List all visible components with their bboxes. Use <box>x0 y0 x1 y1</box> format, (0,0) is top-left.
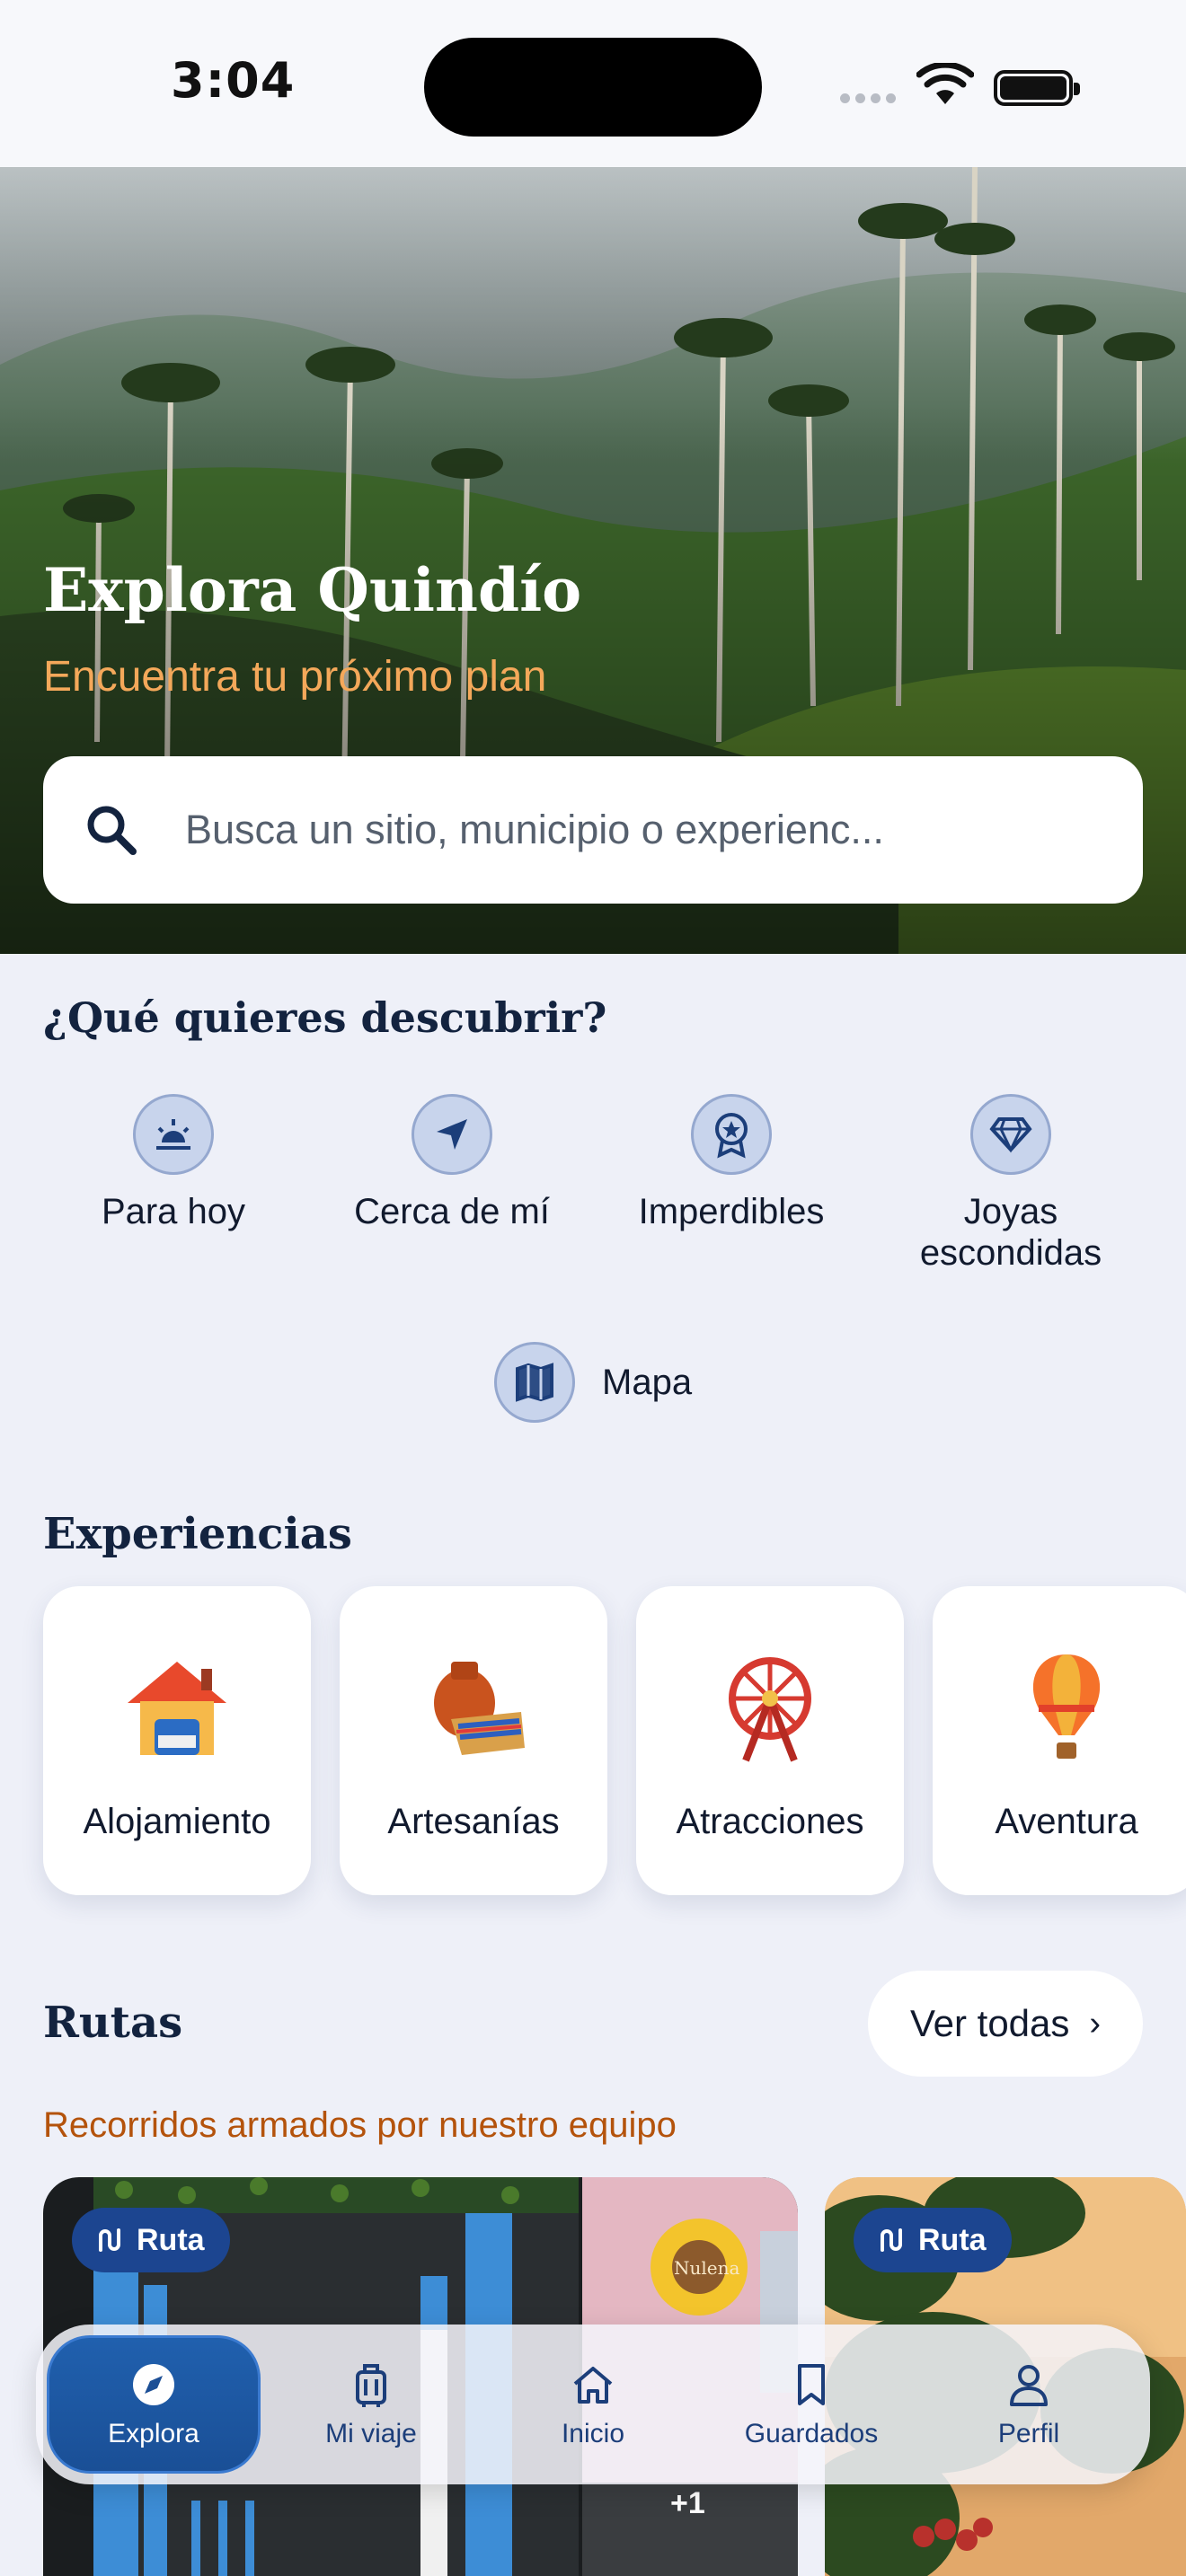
experiences-section-title: Experiencias <box>43 1509 352 1559</box>
tab-label: Explora <box>108 2419 199 2448</box>
luggage-icon <box>353 2360 389 2410</box>
see-all-label: Ver todas <box>909 2002 1070 2044</box>
map-icon <box>494 1342 575 1423</box>
tab-perfil[interactable]: Perfil <box>922 2335 1136 2474</box>
wifi-icon <box>916 63 974 104</box>
experience-card-alojamiento[interactable]: Alojamiento <box>43 1586 311 1895</box>
see-all-routes-button[interactable]: Ver todas › <box>868 1971 1143 2077</box>
bottom-tab-bar: Explora Mi viaje Inicio Guardados Perfil <box>36 2325 1150 2484</box>
sunrise-icon <box>133 1094 214 1175</box>
route-badge-label: Ruta <box>918 2222 987 2257</box>
house-icon <box>43 1649 311 1766</box>
tab-guardados[interactable]: Guardados <box>704 2335 918 2474</box>
user-icon <box>1008 2360 1049 2410</box>
bookmark-icon <box>794 2360 828 2410</box>
dynamic-island <box>424 38 762 137</box>
experience-card-aventura[interactable]: Aventura <box>933 1586 1186 1895</box>
chevron-right-icon: › <box>1089 2004 1102 2042</box>
hero-title: Explora Quindío <box>43 555 582 625</box>
search-bar[interactable]: Busca un sitio, municipio o experienc... <box>43 756 1143 904</box>
quick-filter-label: Imperdibles <box>638 1192 825 1231</box>
badge-star-icon <box>691 1094 772 1175</box>
hero-subtitle: Encuentra tu próximo plan <box>43 653 547 701</box>
tab-label: Mi viaje <box>325 2419 417 2448</box>
experience-card-artesanias[interactable]: Artesanías <box>340 1586 607 1895</box>
experience-label: Alojamiento <box>83 1802 271 1841</box>
experience-label: Artesanías <box>387 1802 560 1841</box>
route-badge-label: Ruta <box>137 2222 205 2257</box>
sign-text: Nulena <box>674 2257 739 2279</box>
hero-banner: Explora Quindío Encuentra tu próximo pla… <box>0 167 1186 954</box>
battery-icon <box>994 70 1080 106</box>
search-icon <box>87 806 137 855</box>
status-time: 3:04 <box>171 52 296 109</box>
experience-card-atracciones[interactable]: Atracciones <box>636 1586 904 1895</box>
tab-label: Perfil <box>997 2419 1060 2448</box>
routes-section-title: Rutas <box>43 1998 183 2048</box>
route-badge: Ruta <box>72 2208 230 2272</box>
status-bar: 3:04 <box>0 0 1186 167</box>
experience-label: Atracciones <box>676 1802 864 1841</box>
quick-filter-joyas-escondidas[interactable]: Joyas escondidas <box>876 1094 1146 1274</box>
search-placeholder: Busca un sitio, municipio o experienc... <box>185 807 884 852</box>
discover-section-title: ¿Qué quieres descubrir? <box>43 993 607 1042</box>
quick-filter-label: Cerca de mí <box>354 1192 550 1231</box>
hot-air-balloon-icon <box>933 1649 1186 1766</box>
tab-label: Guardados <box>744 2419 879 2448</box>
quick-filter-para-hoy[interactable]: Para hoy <box>39 1094 308 1232</box>
route-badge: Ruta <box>854 2208 1012 2272</box>
ferris-wheel-icon <box>636 1649 904 1766</box>
diamond-icon <box>970 1094 1051 1175</box>
route-extra-count: +1 <box>670 2486 705 2520</box>
home-icon <box>571 2360 615 2410</box>
route-icon <box>881 2228 902 2252</box>
navigation-arrow-icon <box>412 1094 492 1175</box>
route-icon <box>99 2228 120 2252</box>
quick-filter-imperdibles[interactable]: Imperdibles <box>597 1094 866 1232</box>
map-button[interactable]: Mapa <box>494 1342 692 1423</box>
tab-explora[interactable]: Explora <box>47 2335 261 2474</box>
cellular-signal-icon <box>840 93 896 103</box>
tab-mi-viaje[interactable]: Mi viaje <box>264 2335 478 2474</box>
quick-filter-label: Joyas escondidas <box>919 1192 1102 1273</box>
crafts-icon <box>340 1649 607 1766</box>
experience-label: Aventura <box>995 1802 1138 1841</box>
tab-inicio[interactable]: Inicio <box>486 2335 700 2474</box>
tab-label: Inicio <box>561 2419 625 2448</box>
compass-icon <box>130 2360 177 2410</box>
quick-filter-label: Para hoy <box>101 1192 246 1231</box>
map-label: Mapa <box>602 1362 693 1402</box>
quick-filter-cerca-de-mi[interactable]: Cerca de mí <box>317 1094 587 1232</box>
routes-subtitle: Recorridos armados por nuestro equipo <box>43 2105 677 2145</box>
